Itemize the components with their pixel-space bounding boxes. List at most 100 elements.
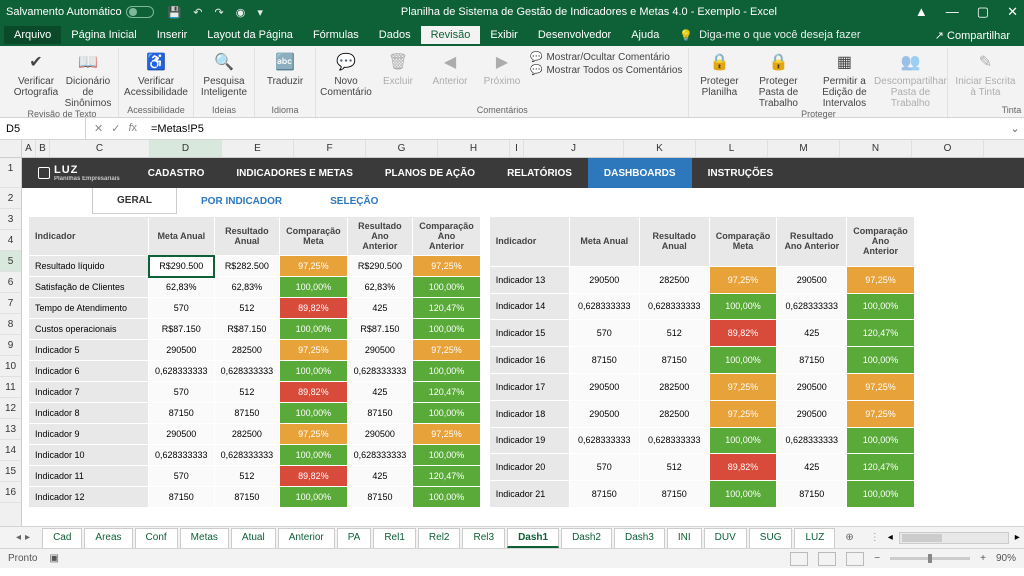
enter-formula-icon[interactable]: ✓: [111, 122, 120, 135]
table-cell[interactable]: 0,628333333: [777, 427, 847, 454]
table-cell[interactable]: 100,00%: [280, 319, 348, 340]
table-cell[interactable]: 0,628333333: [214, 445, 280, 466]
table-row[interactable]: Indicador 757051289,82%425120,47%: [29, 382, 481, 403]
table-cell[interactable]: Indicador 6: [29, 361, 149, 382]
col-header-D[interactable]: D: [150, 140, 222, 157]
thesaurus-button[interactable]: 📖Dicionário de Sinônimos: [64, 50, 112, 109]
table-cell[interactable]: Indicador 16: [489, 347, 569, 374]
expand-formula-icon[interactable]: ⌄: [1006, 122, 1024, 135]
sheet-tab-cad[interactable]: Cad: [42, 528, 82, 548]
table-cell[interactable]: 100,00%: [709, 347, 777, 374]
row-header-14[interactable]: 14: [0, 440, 21, 461]
table-cell[interactable]: 87150: [569, 347, 639, 374]
table-cell[interactable]: 570: [149, 298, 215, 319]
table-cell[interactable]: 282500: [214, 424, 280, 445]
smartlookup-button[interactable]: 🔍Pesquisa Inteligente: [200, 50, 248, 98]
sheet-tab-anterior[interactable]: Anterior: [278, 528, 335, 548]
row-header-10[interactable]: 10: [0, 356, 21, 377]
table-row[interactable]: Indicador 100,6283333330,628333333100,00…: [29, 445, 481, 466]
sheet-tab-conf[interactable]: Conf: [135, 528, 178, 548]
menu-home[interactable]: Página Inicial: [61, 26, 146, 44]
ribbon-minimize-icon[interactable]: ▲: [915, 4, 928, 20]
table-row[interactable]: Indicador 1729050028250097,25%29050097,2…: [489, 373, 914, 400]
col-header-E[interactable]: E: [222, 140, 294, 157]
table-cell[interactable]: 87150: [777, 347, 847, 374]
table-row[interactable]: Indicador 1557051289,82%425120,47%: [489, 320, 914, 347]
table-cell[interactable]: Indicador 8: [29, 403, 149, 424]
table-cell[interactable]: 0,628333333: [149, 445, 215, 466]
protect-sheet-button[interactable]: 🔒Proteger Planilha: [695, 50, 743, 98]
table-cell[interactable]: 87150: [149, 487, 215, 508]
ink-start-button[interactable]: ✎Iniciar Escrita à Tinta: [954, 50, 1016, 98]
table-cell[interactable]: 100,00%: [280, 361, 348, 382]
table-cell[interactable]: 100,00%: [413, 487, 481, 508]
table-cell[interactable]: 512: [639, 454, 709, 481]
table-cell[interactable]: 120,47%: [413, 466, 481, 487]
table-row[interactable]: Indicador 128715087150100,00%87150100,00…: [29, 487, 481, 508]
prev-comment-button[interactable]: ◀Anterior: [426, 50, 474, 87]
showall-comments-button[interactable]: 💬Mostrar Todos os Comentários: [530, 65, 682, 76]
pagebreak-view-button[interactable]: [846, 552, 864, 566]
nav-instrucoes[interactable]: INSTRUÇÕES: [692, 158, 790, 188]
table-cell[interactable]: 87150: [639, 347, 709, 374]
table-cell[interactable]: 97,25%: [413, 340, 481, 361]
table-cell[interactable]: Resultado líquido: [29, 256, 149, 277]
menu-view[interactable]: Exibir: [480, 26, 528, 44]
camera-icon[interactable]: ◉: [236, 6, 246, 19]
sheet-tab-rel1[interactable]: Rel1: [373, 528, 416, 548]
translate-button[interactable]: 🔤Traduzir: [261, 50, 309, 87]
pagelayout-view-button[interactable]: [818, 552, 836, 566]
table-cell[interactable]: 0,628333333: [149, 361, 215, 382]
protect-workbook-button[interactable]: 🔒Proteger Pasta de Trabalho: [747, 50, 809, 109]
table-cell[interactable]: R$87.150: [214, 319, 280, 340]
spelling-button[interactable]: ✔Verificar Ortografia: [12, 50, 60, 98]
table-cell[interactable]: 97,25%: [709, 373, 777, 400]
table-cell[interactable]: 290500: [569, 400, 639, 427]
delete-comment-button[interactable]: 🗑Excluir: [374, 50, 422, 87]
table-cell[interactable]: 425: [777, 320, 847, 347]
row-header-11[interactable]: 11: [0, 377, 21, 398]
table-row[interactable]: Indicador 929050028250097,25%29050097,25…: [29, 424, 481, 445]
table-cell[interactable]: R$87.150: [347, 319, 413, 340]
table-cell[interactable]: 87150: [639, 481, 709, 508]
menu-review[interactable]: Revisão: [421, 26, 481, 44]
table-cell[interactable]: 87150: [569, 481, 639, 508]
subnav-selecao[interactable]: SELEÇÃO: [306, 188, 402, 214]
table-cell[interactable]: 89,82%: [709, 320, 777, 347]
sheet-tab-sug[interactable]: SUG: [749, 528, 793, 548]
table-cell[interactable]: 100,00%: [413, 445, 481, 466]
next-comment-button[interactable]: ▶Próximo: [478, 50, 526, 87]
table-cell[interactable]: Indicador 15: [489, 320, 569, 347]
nav-planos[interactable]: PLANOS DE AÇÃO: [369, 158, 491, 188]
row-header-7[interactable]: 7: [0, 293, 21, 314]
table-row[interactable]: Indicador 529050028250097,25%29050097,25…: [29, 340, 481, 361]
hscroll-right-icon[interactable]: ▸: [1015, 532, 1020, 543]
table-cell[interactable]: 425: [777, 454, 847, 481]
tell-me-search[interactable]: 💡 Diga-me o que você deseja fazer: [679, 29, 860, 42]
nav-indicadores[interactable]: INDICADORES E METAS: [220, 158, 369, 188]
table-cell[interactable]: 512: [214, 298, 280, 319]
row-header-4[interactable]: 4: [0, 230, 21, 251]
unshare-button[interactable]: 👥Descompartilhar Pasta de Trabalho: [879, 50, 941, 109]
showhide-comment-button[interactable]: 💬Mostrar/Ocultar Comentário: [530, 52, 682, 63]
table-row[interactable]: Indicador 1157051289,82%425120,47%: [29, 466, 481, 487]
table-cell[interactable]: 89,82%: [280, 466, 348, 487]
table-row[interactable]: Custos operacionaisR$87.150R$87.150100,0…: [29, 319, 481, 340]
col-header-J[interactable]: J: [524, 140, 624, 157]
table-cell[interactable]: 425: [347, 298, 413, 319]
col-header-I[interactable]: I: [510, 140, 524, 157]
table-cell[interactable]: 100,00%: [847, 293, 915, 320]
table-cell[interactable]: 62,83%: [214, 277, 280, 298]
table-cell[interactable]: 87150: [347, 403, 413, 424]
sheet-tab-metas[interactable]: Metas: [180, 528, 229, 548]
col-header-C[interactable]: C: [50, 140, 150, 157]
nav-cadastro[interactable]: CADASTRO: [132, 158, 221, 188]
sheet-tab-luz[interactable]: LUZ: [794, 528, 835, 548]
share-button[interactable]: ↗ Compartilhar: [925, 26, 1020, 45]
add-sheet-button[interactable]: ⊕: [837, 529, 861, 546]
table-cell[interactable]: R$282.500: [214, 256, 280, 277]
qat-dropdown-icon[interactable]: ▾: [257, 6, 263, 19]
table-cell[interactable]: 100,00%: [280, 277, 348, 298]
table-cell[interactable]: 290500: [777, 400, 847, 427]
col-header-B[interactable]: B: [36, 140, 50, 157]
